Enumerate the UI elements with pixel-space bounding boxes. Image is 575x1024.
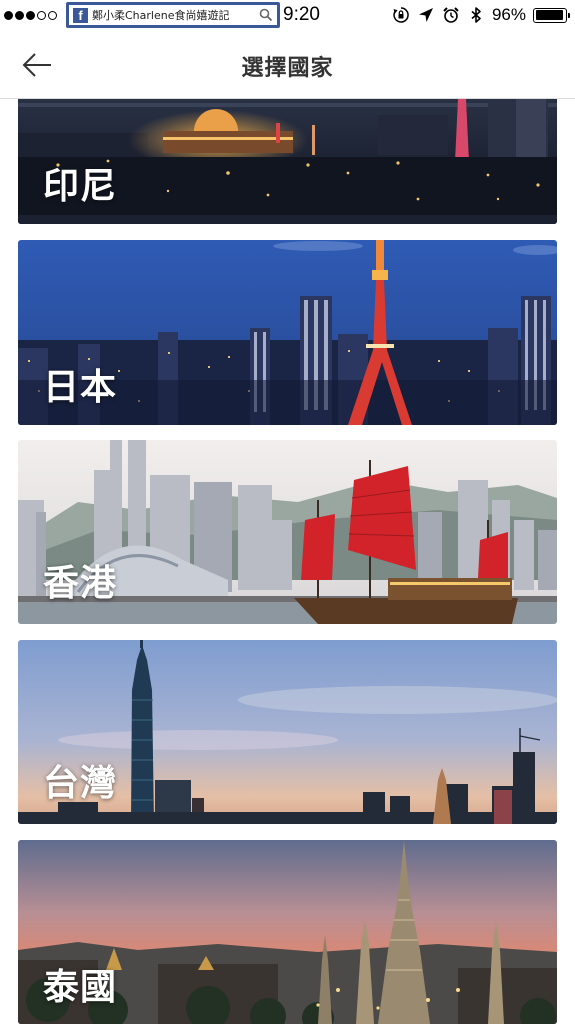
navigation-bar: 選擇國家: [0, 32, 575, 99]
location-arrow-icon: [418, 8, 433, 22]
facebook-banner[interactable]: f 鄭小柔Charlene食尚嬉遊記: [66, 2, 280, 28]
signal-dot: [37, 11, 46, 20]
country-label: 香港: [43, 563, 118, 604]
signal-dot: [15, 11, 24, 20]
search-icon[interactable]: [259, 8, 273, 22]
fb-logo-icon: f: [73, 7, 88, 23]
country-label: 台灣: [43, 763, 118, 804]
battery-percent: 96%: [491, 5, 526, 24]
signal-dot: [26, 11, 35, 20]
status-time: 9:20: [283, 4, 320, 25]
signal-dot: [4, 11, 13, 20]
signal-dot: [48, 11, 57, 20]
page-title: 選擇國家: [241, 56, 334, 81]
country-card-hongkong[interactable]: 香港: [18, 440, 557, 624]
rotation-lock-icon: [393, 7, 409, 23]
signal-strength-indicator: [4, 11, 57, 20]
battery-level-fill: [535, 10, 564, 20]
alarm-icon: [443, 7, 459, 23]
battery-icon: [533, 7, 570, 23]
country-card-thailand[interactable]: 泰國: [18, 840, 557, 1024]
country-label: 泰國: [43, 967, 118, 1008]
country-label: 印尼: [43, 166, 118, 207]
country-card-taiwan[interactable]: 台灣: [18, 640, 557, 824]
country-card-indonesia[interactable]: 印尼: [18, 99, 557, 224]
fb-banner-text: 鄭小柔Charlene食尚嬉遊記: [92, 9, 230, 22]
status-bar: f 鄭小柔Charlene食尚嬉遊記 9:20 96%: [0, 0, 575, 32]
country-label: 日本: [43, 367, 118, 408]
country-list[interactable]: 印尼 日本 香港 台灣 泰國: [0, 99, 575, 1024]
status-icons: 96%: [392, 5, 570, 25]
bluetooth-icon: [471, 7, 481, 23]
country-card-japan[interactable]: 日本: [18, 240, 557, 425]
